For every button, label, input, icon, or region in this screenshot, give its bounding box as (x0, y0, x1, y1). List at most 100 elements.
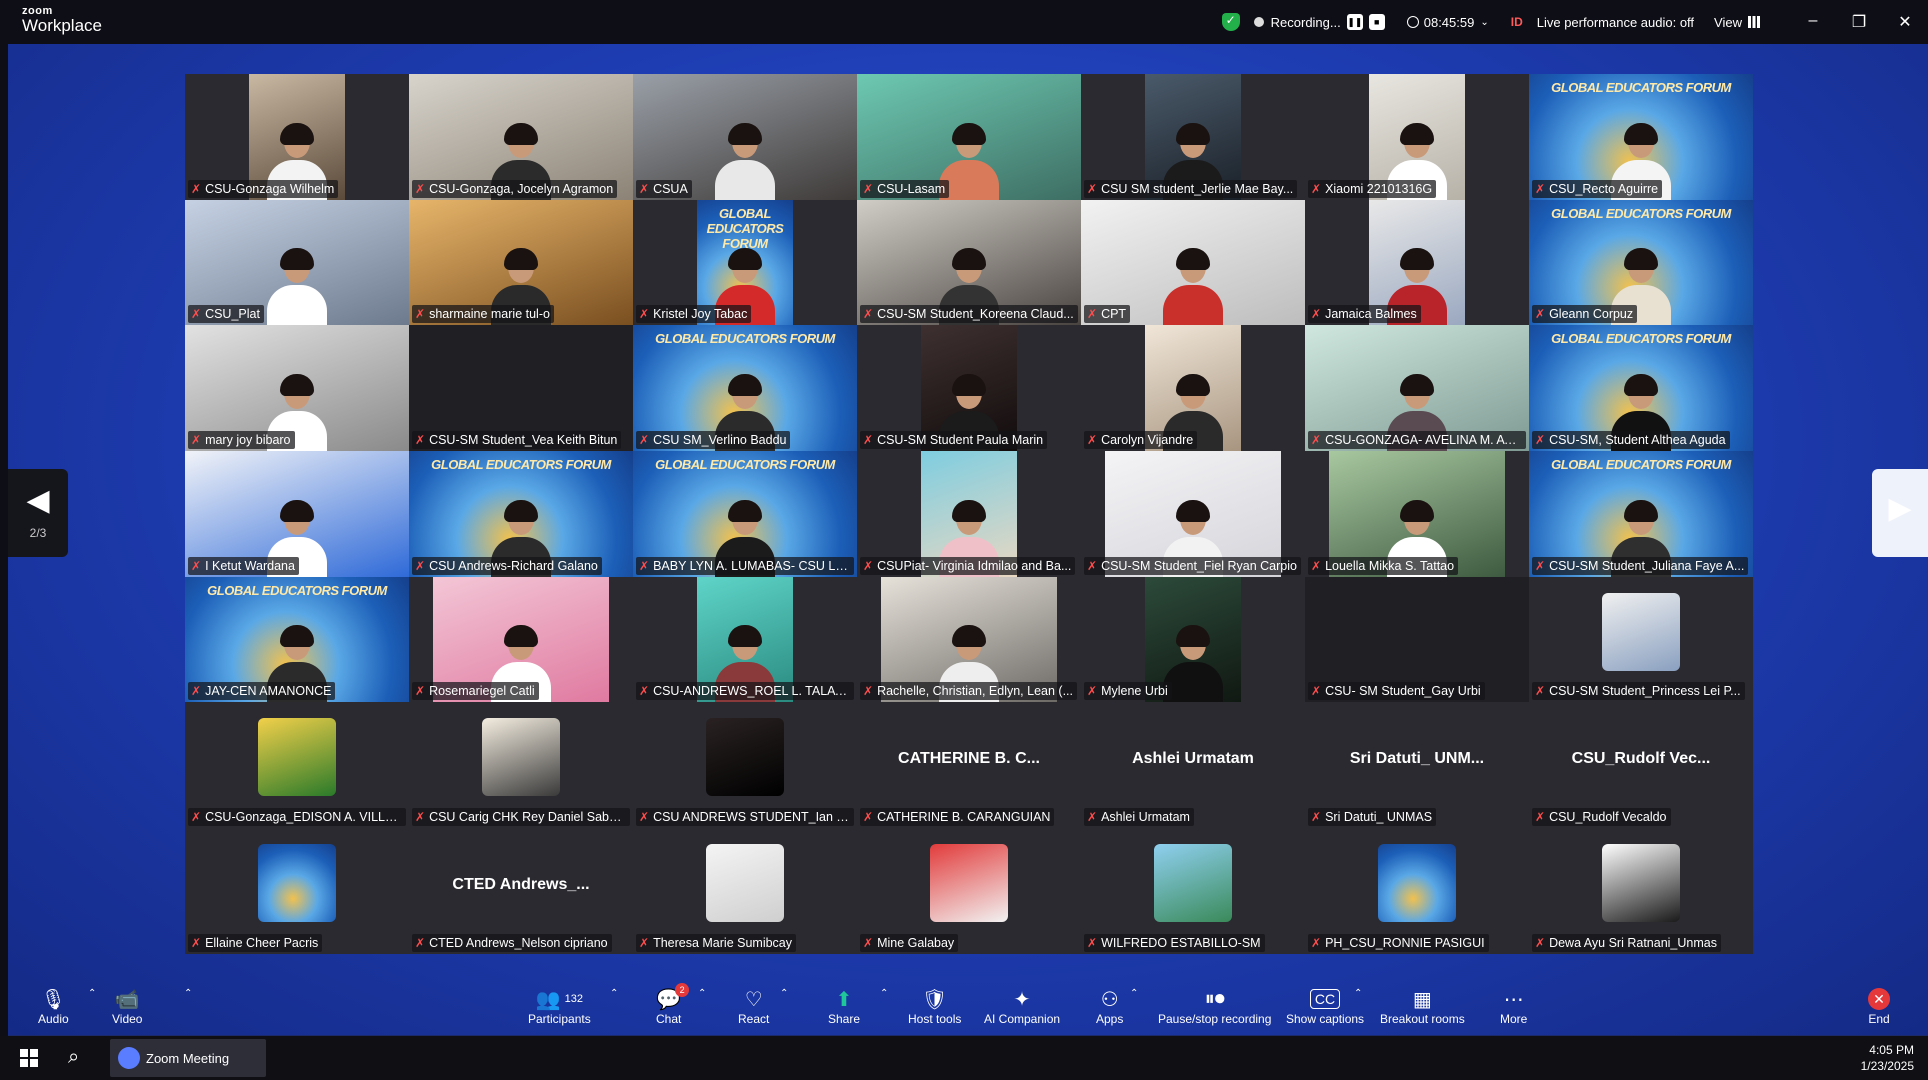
participant-tile[interactable]: ✗ CSU Carig CHK Rey Daniel Sabo... (409, 702, 633, 829)
participant-tile[interactable]: CSU_Rudolf Vec... ✗ CSU_Rudolf Vecaldo (1529, 702, 1753, 829)
participant-tile[interactable]: GLOBAL EDUCATORS FORUM ✗ JAY-CEN AMANONCE (185, 576, 409, 703)
participant-tile[interactable]: ✗ CSU-Gonzaga_EDISON A. VILLENA (185, 702, 409, 829)
participant-tile[interactable]: ✗ CSU SM student_Jerlie Mae Bay... (1081, 74, 1305, 200)
restore-icon[interactable]: ❐ (1836, 12, 1882, 32)
participant-tile[interactable]: GLOBAL EDUCATORS FORUM ✗ Gleann Corpuz (1529, 199, 1753, 326)
participant-tile[interactable]: ✗ sharmaine marie tul-o (409, 199, 633, 326)
ai-companion-button[interactable]: ✦ AI Companion (984, 986, 1061, 1027)
search-icon[interactable]: ⌕ (68, 1046, 79, 1069)
participant-tile[interactable]: GLOBAL EDUCATORS FORUM ✗ CSU_Recto Aguirre (1529, 74, 1753, 200)
participant-tile[interactable]: ✗ Louella Mikka S. Tattao (1305, 451, 1529, 577)
windows-start-icon[interactable] (20, 1049, 38, 1067)
participant-name-label: ✗ Dewa Ayu Sri Ratnani_Unmas (1532, 933, 1721, 952)
participant-tile[interactable]: GLOBAL EDUCATORS FORUM ✗ CSU-SM, Student A… (1529, 325, 1753, 452)
participants-button[interactable]: 👥 132 Participants (528, 986, 591, 1027)
participant-tile[interactable]: ✗ Rosemariegel Catli (409, 576, 633, 703)
system-clock[interactable]: 4:05 PM 1/23/2025 (1861, 1042, 1914, 1074)
audio-button[interactable]: 🎙 Audio (38, 986, 69, 1027)
ai-companion-label: AI Companion (984, 1012, 1061, 1026)
participant-tile[interactable]: ✗ Mine Galabay (857, 828, 1081, 954)
participant-tile[interactable]: ✗ CSU-SM Student_Princess Lei P... (1529, 576, 1753, 703)
participant-tile[interactable]: GLOBAL EDUCATORS FORUM ✗ CSU SM_Verlino Ba… (633, 325, 857, 452)
participant-name: CSU-GONZAGA- AVELINA M. AYUYA... (1325, 433, 1522, 448)
participant-tile[interactable]: ✗ CSU-Gonzaga, Jocelyn Agramon (409, 74, 633, 200)
participant-tile[interactable]: ✗ mary joy bibaro (185, 325, 409, 452)
participant-tile[interactable]: ✗ CSU-SM Student Paula Marin (857, 325, 1081, 452)
audio-options-caret-icon[interactable]: ⌃ (88, 988, 96, 999)
participant-tile[interactable]: ✗ CSU- SM Student_Gay Urbi (1305, 576, 1529, 703)
show-captions-button[interactable]: CC Show captions (1286, 986, 1364, 1026)
participant-tile[interactable]: ✗ CSU-SM Student_Koreena Claud... (857, 199, 1081, 326)
participant-name: CSU-Gonzaga, Jocelyn Agramon (429, 181, 614, 196)
id-tag[interactable]: ID (1511, 15, 1523, 29)
participant-tile[interactable]: ✗ Ellaine Cheer Pacris (185, 828, 409, 954)
participants-caret-icon[interactable]: ⌃ (610, 988, 618, 999)
participant-tile[interactable]: ✗ CSU-ANDREWS_ROEL L. TALATT... (633, 576, 857, 703)
participant-tile[interactable]: CATHERINE B. C... ✗ CATHERINE B. CARANGUIA… (857, 702, 1081, 829)
more-button[interactable]: ⋯ More (1500, 986, 1527, 1027)
stop-recording-icon[interactable]: ■ (1368, 14, 1385, 30)
participant-tile[interactable]: GLOBAL EDUCATORS FORUM ✗ BABY LYN A. LUMAB… (633, 451, 857, 577)
minimize-icon[interactable]: – (1790, 12, 1836, 32)
react-caret-icon[interactable]: ⌃ (780, 988, 788, 999)
meeting-timer[interactable]: 08:45:59 ⌄ (1406, 15, 1489, 30)
participant-tile[interactable]: ✗ I Ketut Wardana (185, 451, 409, 577)
participant-tile[interactable]: ✗ Mylene Urbi (1081, 576, 1305, 703)
pause-recording-button[interactable]: ⏸⏺ Pause/stop recording (1158, 986, 1271, 1027)
previous-page-button[interactable]: ◀ 2/3 (8, 469, 68, 557)
end-button[interactable]: ✕ End (1868, 986, 1890, 1026)
security-shield-icon[interactable] (1221, 13, 1240, 31)
chat-caret-icon[interactable]: ⌃ (698, 988, 706, 999)
participant-tile[interactable]: Ashlei Urmatam ✗ Ashlei Urmatam (1081, 702, 1305, 829)
participant-tile[interactable]: ✗ PH_CSU_RONNIE PASIGUI (1305, 828, 1529, 954)
participant-name: Mylene Urbi (1101, 684, 1168, 699)
participant-tile[interactable]: ✗ Xiaomi 22101316G (1305, 74, 1529, 200)
participant-name-label: ✗ WILFREDO ESTABILLO-SM (1084, 933, 1265, 952)
share-caret-icon[interactable]: ⌃ (880, 988, 888, 999)
participant-tile[interactable]: CTED Andrews_... ✗ CTED Andrews_Nelson cip… (409, 828, 633, 954)
participant-tile[interactable]: ✗ CSU-Gonzaga Wilhelm (185, 74, 409, 200)
recording-dot-icon (1253, 17, 1264, 27)
participant-tile[interactable]: ✗ Rachelle, Christian, Edlyn, Lean (... (857, 576, 1081, 703)
video-button[interactable]: 📹 Video (112, 986, 142, 1027)
participant-tile[interactable]: ✗ CSU ANDREWS STUDENT_Ian Tu... (633, 702, 857, 829)
apps-button[interactable]: ⚇ Apps (1096, 986, 1123, 1027)
participant-tile[interactable]: ✗ CSU-Lasam (857, 74, 1081, 200)
participant-tile[interactable]: ✗ CPT (1081, 199, 1305, 326)
participant-tile[interactable]: ✗ Theresa Marie Sumibcay (633, 828, 857, 954)
participant-tile[interactable]: ✗ CSU-SM Student_Fiel Ryan Carpio (1081, 451, 1305, 577)
taskbar-zoom-meeting[interactable]: Zoom Meeting (110, 1039, 266, 1077)
participant-tile[interactable]: ✗ WILFREDO ESTABILLO-SM (1081, 828, 1305, 954)
participant-tile[interactable]: Sri Datuti_ UNM... ✗ Sri Datuti_ UNMAS (1305, 702, 1529, 829)
participants-icon: 👥 132 (535, 988, 583, 1011)
close-icon[interactable]: ✕ (1882, 12, 1928, 32)
participant-tile[interactable]: GLOBAL EDUCATORS FORUM ✗ CSU-SM Student_Ju… (1529, 451, 1753, 577)
participant-name: Gleann Corpuz (1549, 307, 1634, 322)
participant-tile[interactable]: ✗ Carolyn Vijandre (1081, 325, 1305, 452)
participant-name-label: ✗ CSU-SM Student_Koreena Claud... (860, 305, 1078, 324)
participant-tile[interactable]: ✗ CSU-SM Student_Vea Keith Bitun (409, 325, 633, 452)
chat-button[interactable]: 💬 2 Chat (656, 983, 690, 1026)
breakout-rooms-button[interactable]: ▦ Breakout rooms (1380, 986, 1465, 1027)
video-options-caret-icon[interactable]: ⌃ (184, 988, 192, 999)
view-button[interactable]: View (1714, 15, 1760, 30)
participant-name: CSU_Recto Aguirre (1549, 181, 1659, 196)
next-page-button[interactable]: ▶ (1872, 469, 1928, 557)
participant-tile[interactable]: ✗ CSU_Plat (185, 199, 409, 326)
audio-status[interactable]: Live performance audio: off (1537, 15, 1694, 30)
participant-tile[interactable]: ✗ Jamaica Balmes (1305, 199, 1529, 326)
participant-tile[interactable]: ✗CSU-GONZAGA- AVELINA M. AYUYA... (1305, 325, 1529, 452)
participant-name-label: ✗ CSUA (636, 179, 692, 198)
pause-recording-icon[interactable]: ❚❚ (1346, 14, 1363, 30)
participant-avatar (1154, 844, 1232, 923)
participant-tile[interactable]: ✗ CSUPiat- Virginia Idmilao and Ba... (857, 451, 1081, 577)
apps-caret-icon[interactable]: ⌃ (1130, 988, 1138, 999)
react-button[interactable]: ♡ React (738, 986, 769, 1027)
participant-tile[interactable]: ✗ Dewa Ayu Sri Ratnani_Unmas (1529, 828, 1753, 954)
participant-tile[interactable]: ✗ CSUA (633, 74, 857, 200)
participant-tile[interactable]: GLOBAL EDUCATORS FORUM ✗ Kristel Joy Tabac (633, 199, 857, 326)
host-tools-button[interactable]: 🛡 Host tools (908, 986, 961, 1027)
participant-tile[interactable]: GLOBAL EDUCATORS FORUM ✗ CSU Andrews-Richa… (409, 451, 633, 577)
share-button[interactable]: ⬆ Share (828, 986, 860, 1027)
captions-caret-icon[interactable]: ⌃ (1354, 988, 1362, 999)
